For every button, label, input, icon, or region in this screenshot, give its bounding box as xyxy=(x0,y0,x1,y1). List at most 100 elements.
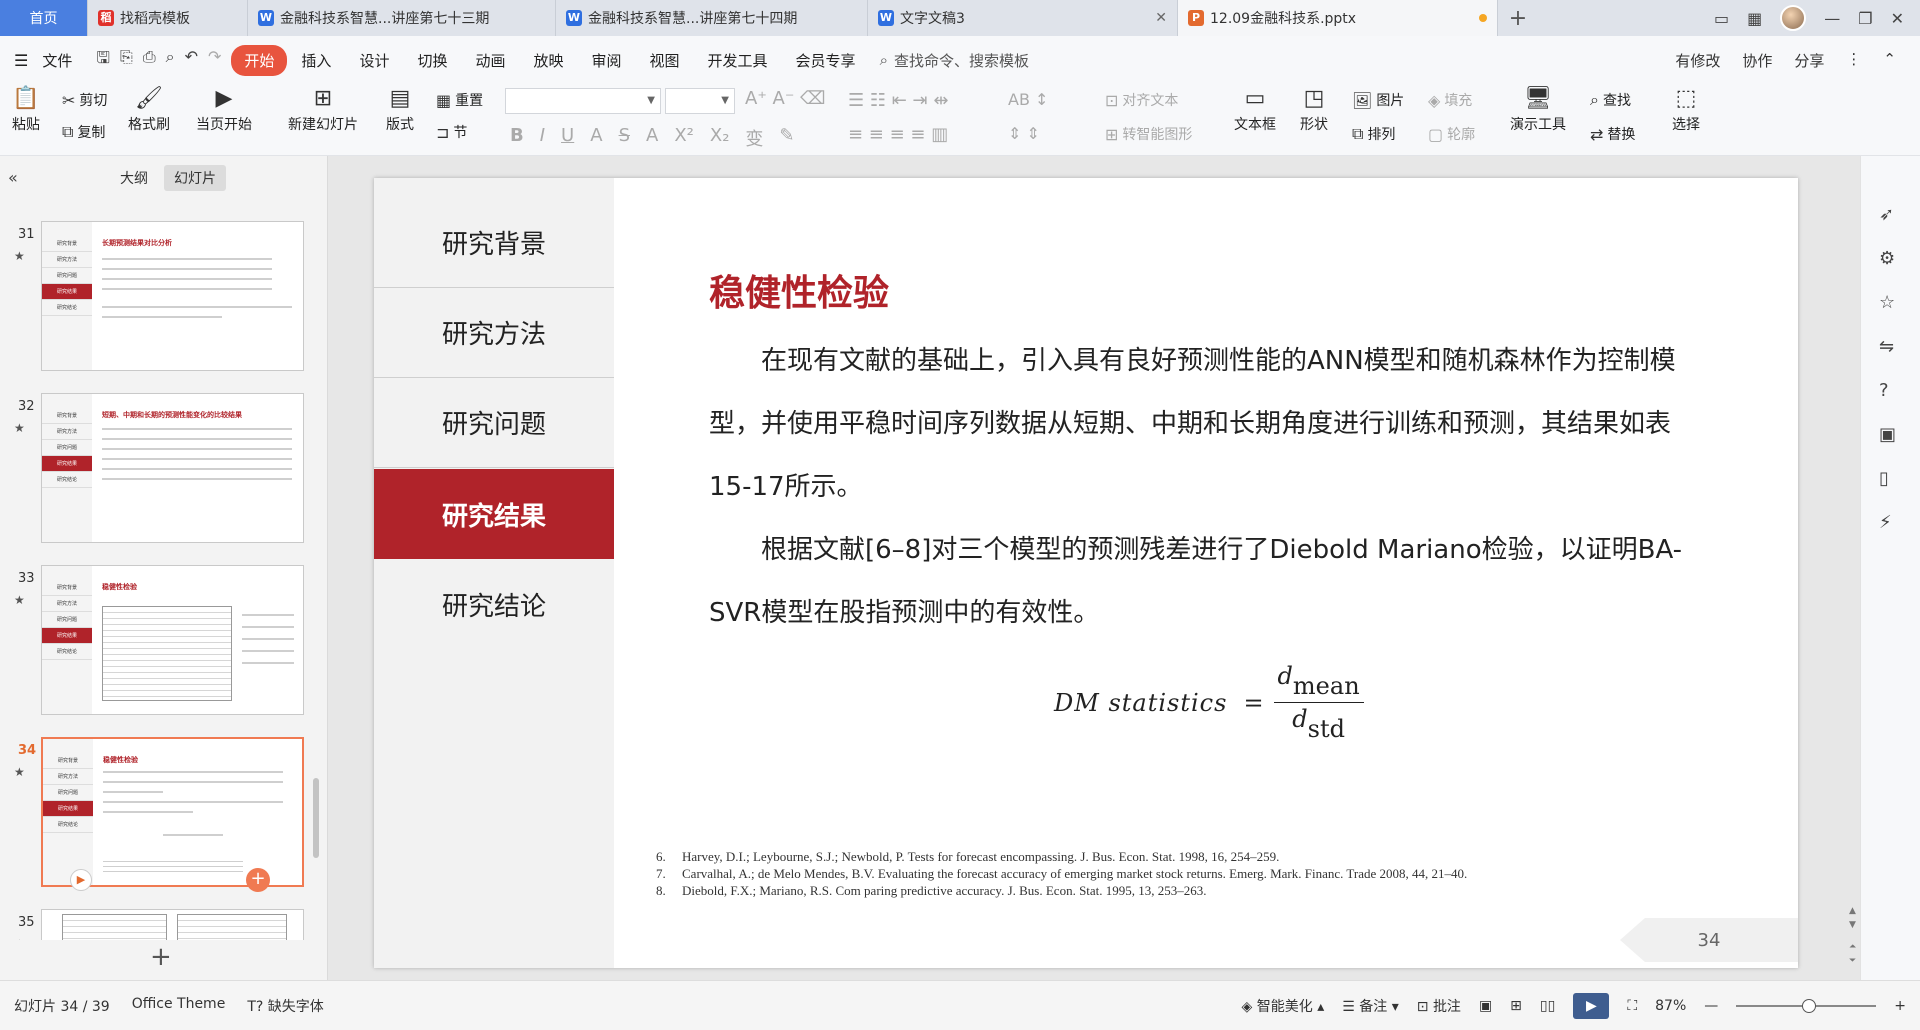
tab-doc-73[interactable]: W 金融科技系智慧...讲座第七十三期 xyxy=(248,0,556,36)
fit-window-icon[interactable]: ⛶ xyxy=(1627,998,1637,1014)
menu-animation[interactable]: 动画 xyxy=(461,46,519,75)
tab-home[interactable]: 首页 xyxy=(0,0,88,36)
thumbnail-row[interactable]: 33 ★ 研究背景 研究方法 研究问题 研究结果 研究结论 稳健性检验 xyxy=(0,559,320,715)
font-size-select[interactable]: ▼ xyxy=(665,88,735,114)
present-tools-button[interactable]: 🖥 演示工具 xyxy=(1510,86,1566,134)
bold-icon[interactable]: B xyxy=(510,125,524,151)
slide-thumbnail[interactable]: 研究背景 研究方法 研究问题 研究结果 研究结论 短期、中期和长期的预测性能变化… xyxy=(41,393,304,543)
slide-thumbnail[interactable]: 研究背景 研究方法 研究问题 研究结果 研究结论 稳健性检验 xyxy=(41,565,304,715)
thumbnail-row[interactable]: 35 ★ xyxy=(0,903,320,940)
thumbnail-row[interactable]: 32 ★ 研究背景 研究方法 研究问题 研究结果 研究结论 短期、中期和长期的预… xyxy=(0,387,320,543)
more-icon[interactable]: ⋮ xyxy=(1846,50,1861,71)
align-text-button[interactable]: ⊡ 对齐文本 xyxy=(1105,90,1178,110)
theme-name[interactable]: Office Theme xyxy=(132,996,226,1016)
notes-button[interactable]: ☰ 备注 ▾ xyxy=(1342,996,1399,1016)
italic-icon[interactable]: I xyxy=(540,125,545,151)
menu-view[interactable]: 视图 xyxy=(636,46,694,75)
hamburger-icon[interactable]: ☰ xyxy=(14,51,28,70)
outline-button[interactable]: ▢ 轮廓 xyxy=(1428,124,1475,144)
arrange-button[interactable]: ⧉ 排列 xyxy=(1352,124,1395,144)
menu-member[interactable]: 会员专享 xyxy=(782,46,870,75)
insert-slide-icon[interactable]: + xyxy=(246,868,270,892)
preview-icon[interactable]: ⌕ xyxy=(166,47,175,74)
preview-play-icon[interactable]: ▶ xyxy=(70,869,92,891)
cut-button[interactable]: ✂ 剪切 xyxy=(62,90,107,110)
undo-icon[interactable]: ↶ xyxy=(185,47,198,74)
fill-button[interactable]: ◈ 填充 xyxy=(1428,90,1472,110)
missing-font-button[interactable]: T? 缺失字体 xyxy=(247,996,323,1016)
apps-grid-icon[interactable]: ▦ xyxy=(1747,9,1762,28)
save-icon[interactable]: 🖫 xyxy=(96,47,110,74)
next-slide-icon[interactable]: ⏷ xyxy=(1849,956,1856,966)
superscript-icon[interactable]: X² xyxy=(674,125,694,151)
underline-icon[interactable]: U xyxy=(561,125,574,151)
sorter-view-icon[interactable]: ⊞ xyxy=(1510,998,1522,1014)
new-slide-button[interactable]: ⊞ 新建幻灯片 xyxy=(288,86,358,134)
avatar[interactable] xyxy=(1780,5,1807,31)
has-changes-button[interactable]: 有修改 xyxy=(1675,50,1720,71)
help-icon[interactable]: ? xyxy=(1879,380,1889,401)
shape-button[interactable]: ◳ 形状 xyxy=(1300,86,1328,134)
export-icon[interactable]: ⎘ xyxy=(120,47,133,74)
panel-scrollbar[interactable] xyxy=(313,778,319,858)
zoom-slider[interactable] xyxy=(1736,998,1877,1013)
zoom-out-icon[interactable]: — xyxy=(1704,998,1718,1014)
font-grow-shrink-icons[interactable]: A⁺ A⁻ ⌫ xyxy=(745,88,826,109)
menu-file[interactable]: 文件 xyxy=(28,46,86,75)
redo-icon[interactable]: ↷ xyxy=(208,47,221,74)
from-current-button[interactable]: ▶ 当页开始 xyxy=(196,86,252,134)
strikethrough-icon[interactable]: S xyxy=(619,125,630,151)
tab-outline[interactable]: 大纲 xyxy=(110,165,158,191)
format-painter-button[interactable]: 🖌 格式刷 xyxy=(128,86,170,134)
tab-doc-74[interactable]: W 金融科技系智慧...讲座第七十四期 xyxy=(556,0,868,36)
thumbnail-row-active[interactable]: 34 ★ 研究背景 研究方法 研究问题 研究结果 研究结论 稳健性检验 ▶ + xyxy=(0,731,320,892)
shadow-icon[interactable]: A xyxy=(590,125,602,151)
star-icon[interactable]: ☆ xyxy=(1879,292,1895,313)
zoom-in-icon[interactable]: + xyxy=(1894,998,1906,1014)
line-spacing-icons[interactable]: ⇕ ⇕ xyxy=(1008,124,1040,143)
menu-developer[interactable]: 开发工具 xyxy=(694,46,782,75)
slideshow-play-button[interactable]: ▶ xyxy=(1573,992,1610,1019)
menu-review[interactable]: 审阅 xyxy=(578,46,636,75)
zoom-slider-knob[interactable] xyxy=(1802,998,1817,1013)
picture-button[interactable]: 🖼 图片 xyxy=(1352,90,1404,110)
select-button[interactable]: ⬚ 选择 xyxy=(1672,86,1700,134)
collapse-panel-icon[interactable]: « xyxy=(8,168,18,187)
menu-transition[interactable]: 切换 xyxy=(403,46,461,75)
tab-slides[interactable]: 幻灯片 xyxy=(164,165,226,191)
font-color-icon[interactable]: A xyxy=(646,125,658,151)
collaborate-button[interactable]: 协作 xyxy=(1742,50,1772,71)
close-icon[interactable]: ✕ xyxy=(1147,10,1167,26)
tab-doc-3[interactable]: W 文字文稿3 ✕ xyxy=(868,0,1178,36)
smartart-button[interactable]: ⊞ 转智能图形 xyxy=(1105,124,1192,144)
slide-thumbnail[interactable] xyxy=(41,909,304,940)
highlight-icon[interactable]: ✎ xyxy=(779,125,794,151)
tab-pptx-active[interactable]: P 12.09金融科技系.pptx xyxy=(1178,0,1498,36)
minimize-icon[interactable]: — xyxy=(1824,9,1840,28)
menu-home[interactable]: 开始 xyxy=(231,44,288,76)
menu-insert[interactable]: 插入 xyxy=(287,46,345,75)
smart-beautify-button[interactable]: ◈ 智能美化 ▴ xyxy=(1242,996,1325,1016)
replace-button[interactable]: ⇄ 替换 xyxy=(1590,124,1635,144)
lightning-icon[interactable]: ⚡ xyxy=(1879,512,1892,533)
text-direction-icons[interactable]: AB ↕ xyxy=(1008,90,1048,109)
rocket-icon[interactable]: ➶ xyxy=(1879,204,1894,225)
tab-docer[interactable]: 稻 找稻壳模板 xyxy=(88,0,248,36)
textbox-button[interactable]: ▭ 文本框 xyxy=(1234,86,1276,134)
prev-slide-icon[interactable]: ⏶ xyxy=(1849,942,1856,952)
list-icons[interactable]: ☰ ☷ ⇤ ⇥ ⇹ xyxy=(848,90,948,111)
normal-view-icon[interactable]: ▣ xyxy=(1479,998,1492,1014)
section-button[interactable]: ⊐ 节 xyxy=(436,122,467,142)
scroll-down-icon[interactable]: ▼ xyxy=(1849,920,1856,930)
add-slide-button[interactable]: + xyxy=(150,942,172,972)
reset-button[interactable]: ▦ 重置 xyxy=(436,90,483,110)
font-family-select[interactable]: ▼ xyxy=(505,88,661,114)
command-search[interactable]: ⌕ 查找命令、搜索模板 xyxy=(880,50,1029,71)
scroll-up-icon[interactable]: ▲ xyxy=(1849,906,1856,916)
phonetic-icon[interactable]: 变 xyxy=(745,125,763,151)
slide[interactable]: 研究背景 研究方法 研究问题 研究结果 研究结论 稳健性检验 在现有文献的基础上… xyxy=(374,178,1798,968)
layout-button[interactable]: ▤ 版式 xyxy=(386,86,414,134)
find-button[interactable]: ⌕ 查找 xyxy=(1590,90,1631,110)
layout-icon[interactable]: ▭ xyxy=(1714,9,1729,28)
close-window-icon[interactable]: ✕ xyxy=(1891,9,1904,28)
